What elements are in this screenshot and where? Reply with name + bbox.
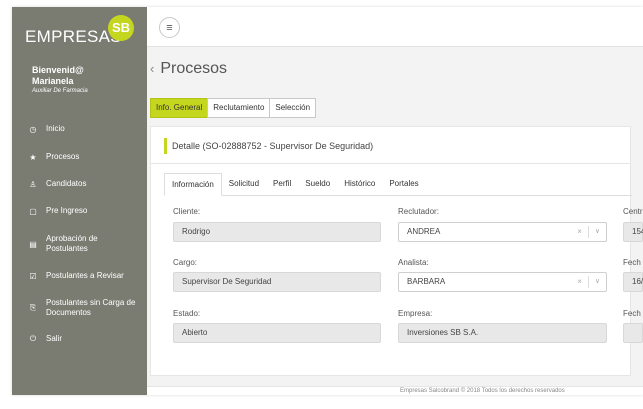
user-icon: ♙ xyxy=(29,179,37,189)
analista-value: BARBARA xyxy=(407,277,446,286)
select-controls: × ∨ xyxy=(571,223,606,241)
logo-badge: SB xyxy=(108,15,134,41)
user-greeting: Bienvenid@ xyxy=(32,65,84,75)
sidebar-item-candidatos[interactable]: ♙ Candidatos xyxy=(12,171,147,197)
power-icon: ⏻ xyxy=(29,334,37,343)
cargo-label: Cargo: xyxy=(173,258,198,267)
sidebar-item-label: Postulantes sin Carga de Documentos xyxy=(46,298,136,317)
sidebar-item-label: Pre Ingreso xyxy=(46,206,88,215)
logo[interactable]: EMPRESAS SB xyxy=(12,7,147,53)
sidebar-item-postulantes-revisar[interactable]: ☑ Postulantes a Revisar xyxy=(12,263,147,289)
footer-text: Empresas Salcobrand © 2018 Todos los der… xyxy=(400,388,565,394)
centro-field: 154 xyxy=(623,222,643,242)
check-square-icon: ☑ xyxy=(29,271,37,281)
sidebar-item-label: Inicio xyxy=(46,124,65,133)
fecha-label: Fech xyxy=(623,258,641,267)
fecha-field: 16/ xyxy=(623,272,643,292)
detail-header: Detalle (SO-02888752 - Supervisor De Seg… xyxy=(151,127,630,164)
sidebar-item-label: Candidatos xyxy=(46,179,87,188)
tab-historico[interactable]: Histórico xyxy=(337,173,382,195)
sidebar-item-procesos[interactable]: ★ Procesos xyxy=(12,143,147,171)
page-title: ‹ Procesos xyxy=(150,60,227,78)
select-controls: × ∨ xyxy=(571,273,606,291)
estado-field: Abierto xyxy=(173,323,381,343)
top-bar: ≡ xyxy=(147,7,643,47)
reclutador-select[interactable]: ANDREA × ∨ xyxy=(398,222,607,242)
calendar-icon: ▢ xyxy=(29,206,37,216)
sidebar-nav: ◷ Inicio ★ Procesos ♙ Candidatos ▢ Pre I… xyxy=(12,115,147,351)
clear-icon[interactable]: × xyxy=(571,273,588,291)
analista-select[interactable]: BARBARA × ∨ xyxy=(398,272,607,292)
chevron-down-icon[interactable]: ∨ xyxy=(589,223,606,241)
clock-icon: ◷ xyxy=(29,124,37,134)
cliente-label: Cliente: xyxy=(173,207,201,216)
sidebar-item-aprobacion[interactable]: ▤ Aprobación de Postulantes xyxy=(12,225,147,263)
sidebar-item-pre-ingreso[interactable]: ▢ Pre Ingreso xyxy=(12,197,147,225)
tab-solicitud[interactable]: Solicitud xyxy=(222,173,266,195)
footer: Empresas Salcobrand © 2018 Todos los der… xyxy=(147,386,643,395)
cargo-field: Supervisor De Seguridad xyxy=(173,272,381,292)
detail-tabs: Información Solicitud Perfil Sueldo Hist… xyxy=(164,173,632,196)
cliente-field: Rodrigo xyxy=(173,222,381,242)
sidebar: EMPRESAS SB Bienvenid@ Marianela Auxilia… xyxy=(12,7,147,395)
empresa-field: Inversiones SB S.A. xyxy=(398,323,607,343)
sidebar-item-inicio[interactable]: ◷ Inicio xyxy=(12,115,147,143)
sidebar-item-label: Aprobación de Postulantes xyxy=(46,234,98,253)
tab-portales[interactable]: Portales xyxy=(382,173,425,195)
tab-sueldo[interactable]: Sueldo xyxy=(298,173,337,195)
centro-label: Centr xyxy=(623,207,643,216)
user-name: Marianela xyxy=(32,76,74,86)
tab-perfil[interactable]: Perfil xyxy=(266,173,298,195)
document-icon: ⎘ xyxy=(29,303,37,312)
tab-reclutamiento[interactable]: Reclutamiento xyxy=(207,98,271,118)
chevron-down-icon[interactable]: ∨ xyxy=(589,273,606,291)
fecha-2-field xyxy=(623,323,643,343)
star-icon: ★ xyxy=(29,152,37,162)
page-title-text: Procesos xyxy=(160,60,228,77)
estado-label: Estado: xyxy=(173,309,201,318)
user-info: Bienvenid@ Marianela Auxiliar De Farmaci… xyxy=(12,53,147,96)
back-chevron-icon[interactable]: ‹ xyxy=(150,61,154,76)
clear-icon[interactable]: × xyxy=(571,223,588,241)
detail-title: Detalle (SO-02888752 - Supervisor De Seg… xyxy=(172,141,374,151)
tab-informacion[interactable]: Información xyxy=(164,173,222,196)
hamburger-icon: ≡ xyxy=(166,21,173,34)
main-tabs: Info. General Reclutamiento Selección xyxy=(150,98,317,118)
fecha-2-label: Fech xyxy=(623,309,641,318)
analista-label: Analista: xyxy=(398,258,429,267)
accent-bar xyxy=(164,138,167,154)
tab-seleccion[interactable]: Selección xyxy=(269,98,317,118)
id-card-icon: ▤ xyxy=(29,239,37,249)
menu-toggle-button[interactable]: ≡ xyxy=(159,17,180,38)
sidebar-item-sin-carga[interactable]: ⎘ Postulantes sin Carga de Documentos xyxy=(12,289,147,327)
sidebar-item-label: Postulantes a Revisar xyxy=(46,271,124,280)
tab-info-general[interactable]: Info. General xyxy=(150,98,209,118)
reclutador-value: ANDREA xyxy=(407,227,441,236)
user-role: Auxiliar De Farmacia xyxy=(32,88,88,94)
sidebar-item-label: Salir xyxy=(46,334,63,343)
sidebar-item-salir[interactable]: ⏻ Salir xyxy=(12,327,147,351)
reclutador-label: Reclutador: xyxy=(398,207,439,216)
sidebar-item-label: Procesos xyxy=(46,152,80,161)
empresa-label: Empresa: xyxy=(398,309,433,318)
